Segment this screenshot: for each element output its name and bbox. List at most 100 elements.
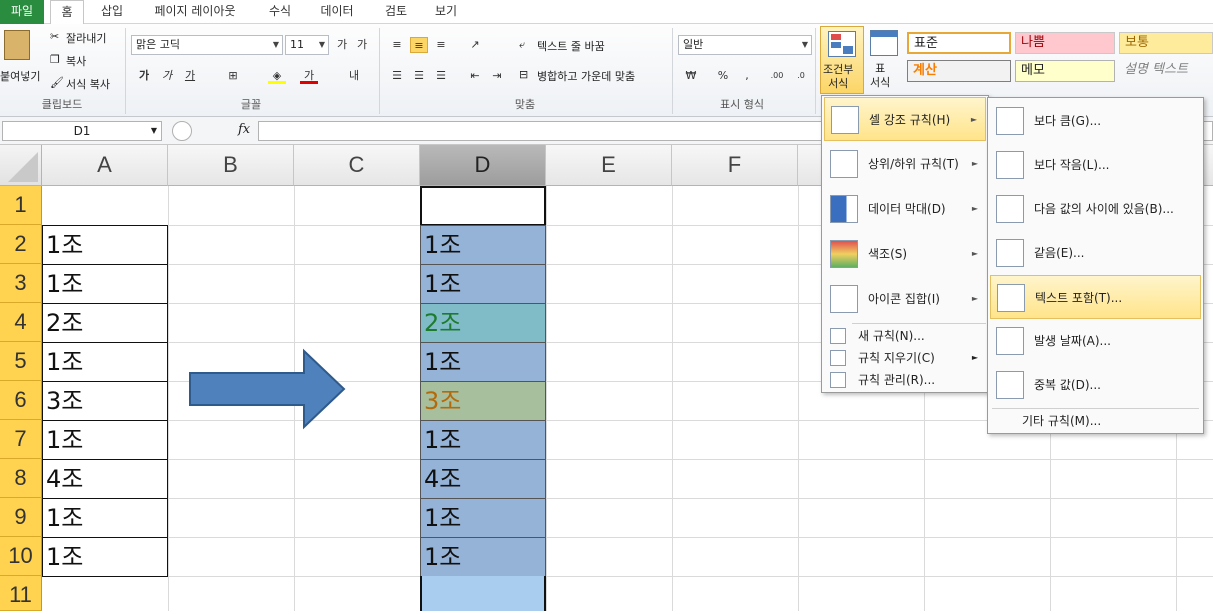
column-header-a[interactable]: A [42, 145, 168, 186]
name-box[interactable]: D1 ▼ [2, 121, 162, 141]
align-right-icon[interactable]: ☰ [432, 68, 450, 84]
row-header-3[interactable]: 3 [0, 264, 42, 303]
cut-button[interactable]: 잘라내기 [66, 30, 106, 46]
cell-a5[interactable]: 1조 [42, 342, 168, 382]
row-header-6[interactable]: 6 [0, 381, 42, 420]
comma-icon[interactable]: , [738, 68, 756, 84]
submenu-item-date-occurring[interactable]: 발생 날짜(A)... [990, 319, 1201, 363]
conditional-formatting-button[interactable]: 조건부 서식 [820, 26, 864, 94]
column-header-d[interactable]: D [420, 145, 546, 186]
align-top-icon[interactable]: ≡ [388, 37, 406, 53]
cell-a8[interactable]: 4조 [42, 459, 168, 499]
font-color-icon[interactable]: 가 [300, 68, 318, 84]
row-header-9[interactable]: 9 [0, 498, 42, 537]
decrease-indent-icon[interactable]: ⇤ [466, 68, 484, 84]
submenu-item-between[interactable]: 다음 값의 사이에 있음(B)... [990, 187, 1201, 231]
cell-d1[interactable] [420, 186, 546, 226]
format-painter-button[interactable]: 서식 복사 [66, 76, 110, 92]
cell-a2[interactable]: 1조 [42, 225, 168, 265]
select-all-corner[interactable] [0, 145, 42, 186]
cell-d5[interactable]: 1조 [420, 342, 546, 382]
format-as-table-button[interactable]: 표 서식 [866, 26, 902, 94]
cell-a6[interactable]: 3조 [42, 381, 168, 421]
fill-color-icon[interactable]: ◈ [268, 68, 286, 84]
style-memo[interactable]: 메모 [1015, 60, 1115, 82]
submenu-item-more-rules[interactable]: 기타 규칙(M)... [1022, 410, 1192, 432]
cell-d9[interactable]: 1조 [420, 498, 546, 538]
orientation-icon[interactable]: ↗ [466, 37, 484, 53]
shrink-font-icon[interactable]: 가 [353, 37, 371, 53]
underline-icon[interactable]: 가 [181, 68, 199, 84]
submenu-item-text-contains[interactable]: 텍스트 포함(T)... [990, 275, 1201, 319]
column-header-e[interactable]: E [546, 145, 672, 186]
number-format-select[interactable]: 일반 ▼ [678, 35, 812, 55]
grow-font-icon[interactable]: 가 [333, 37, 351, 53]
style-explain[interactable]: 설명 텍스트 [1119, 60, 1213, 82]
cell-d3[interactable]: 1조 [420, 264, 546, 304]
cell-d7[interactable]: 1조 [420, 420, 546, 460]
cell-d2[interactable]: 1조 [420, 225, 546, 265]
cell-a3[interactable]: 1조 [42, 264, 168, 304]
column-header-c[interactable]: C [294, 145, 420, 186]
menu-item-manage-rules[interactable]: 규칙 관리(R)... [824, 369, 986, 391]
bold-icon[interactable]: 가 [135, 68, 153, 84]
style-normal[interactable]: 표준 [907, 32, 1011, 54]
wrap-text-button[interactable]: 텍스트 줄 바꿈 [537, 38, 605, 54]
cell-a4[interactable]: 2조 [42, 303, 168, 343]
copy-button[interactable]: 복사 [66, 53, 86, 69]
percent-icon[interactable]: % [714, 68, 732, 84]
menu-item-new-rule[interactable]: 새 규칙(N)... [824, 325, 986, 347]
cell-d11[interactable] [420, 576, 546, 611]
row-header-5[interactable]: 5 [0, 342, 42, 381]
style-bad[interactable]: 나쁨 [1015, 32, 1115, 54]
align-left-icon[interactable]: ☰ [388, 68, 406, 84]
tab-home[interactable]: 홈 [50, 0, 84, 25]
paste-icon[interactable] [4, 30, 30, 60]
tab-formulas[interactable]: 수식 [258, 0, 302, 24]
row-header-10[interactable]: 10 [0, 537, 42, 576]
insert-function-icon[interactable]: fx [238, 122, 250, 137]
align-middle-icon[interactable]: ≡ [410, 37, 428, 53]
menu-item-highlight-cells-rules[interactable]: 셀 강조 규칙(H) ► [824, 97, 986, 141]
tab-page-layout[interactable]: 페이지 레이아웃 [140, 0, 250, 24]
column-header-f[interactable]: F [672, 145, 798, 186]
menu-item-color-scales[interactable]: 색조(S) ► [824, 232, 986, 276]
cell-d6[interactable]: 3조 [420, 381, 546, 421]
font-name-select[interactable]: 맑은 고딕 ▼ [131, 35, 283, 55]
menu-item-clear-rules[interactable]: 규칙 지우기(C) ► [824, 347, 986, 369]
cell-d8[interactable]: 4조 [420, 459, 546, 499]
menu-item-data-bars[interactable]: 데이터 막대(D) ► [824, 187, 986, 231]
style-neutral[interactable]: 보통 [1119, 32, 1213, 54]
cell-a7[interactable]: 1조 [42, 420, 168, 460]
increase-indent-icon[interactable]: ⇥ [488, 68, 506, 84]
tab-data[interactable]: 데이터 [310, 0, 364, 24]
tab-review[interactable]: 검토 [374, 0, 418, 24]
row-header-4[interactable]: 4 [0, 303, 42, 342]
phonetic-icon[interactable]: 내 [345, 68, 363, 84]
submenu-item-duplicate-values[interactable]: 중복 값(D)... [990, 363, 1201, 407]
submenu-item-equal-to[interactable]: 같음(E)... [990, 231, 1201, 275]
menu-item-icon-sets[interactable]: 아이콘 집합(I) ► [824, 277, 986, 321]
currency-icon[interactable]: ₩ [682, 68, 700, 84]
row-header-11[interactable]: 11 [0, 576, 42, 611]
row-header-2[interactable]: 2 [0, 225, 42, 264]
increase-decimal-icon[interactable]: .00 [768, 68, 786, 84]
submenu-item-greater-than[interactable]: 보다 큼(G)... [990, 99, 1201, 143]
column-header-b[interactable]: B [168, 145, 294, 186]
tab-file[interactable]: 파일 [0, 0, 44, 24]
formula-expand-handle[interactable] [172, 121, 192, 141]
row-header-1[interactable]: 1 [0, 186, 42, 225]
submenu-item-less-than[interactable]: 보다 작음(L)... [990, 143, 1201, 187]
merge-center-button[interactable]: 병합하고 가운데 맞춤 [537, 68, 635, 84]
tab-view[interactable]: 보기 [424, 0, 468, 24]
cell-d10[interactable]: 1조 [420, 537, 546, 577]
align-center-icon[interactable]: ☰ [410, 68, 428, 84]
cell-a10[interactable]: 1조 [42, 537, 168, 577]
row-header-8[interactable]: 8 [0, 459, 42, 498]
decrease-decimal-icon[interactable]: .0 [792, 68, 810, 84]
font-size-select[interactable]: 11 ▼ [285, 35, 329, 55]
row-header-7[interactable]: 7 [0, 420, 42, 459]
italic-icon[interactable]: 가 [158, 68, 176, 84]
right-arrow-shape[interactable] [186, 348, 348, 430]
paste-button[interactable]: 붙여넣기 [0, 68, 40, 84]
